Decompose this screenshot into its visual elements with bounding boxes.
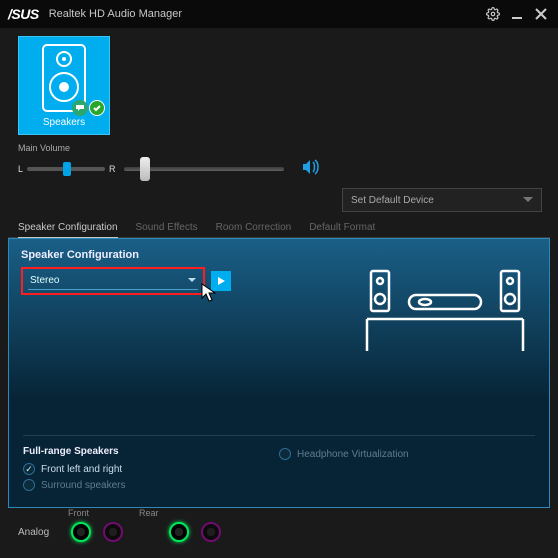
analog-label: Analog	[18, 527, 49, 538]
tab-default-format[interactable]: Default Format	[309, 218, 375, 237]
tab-speaker-configuration[interactable]: Speaker Configuration	[18, 218, 118, 238]
volume-icon[interactable]	[302, 159, 322, 178]
tabs: Speaker Configuration Sound Effects Room…	[8, 218, 550, 238]
settings-button[interactable]	[484, 5, 502, 23]
panel-title: Speaker Configuration	[21, 249, 537, 261]
stereo-setup-graphic	[365, 263, 525, 353]
checkbox-headphone-virtualization[interactable]: Headphone Virtualization	[279, 448, 535, 460]
titlebar: /SUS Realtek HD Audio Manager	[0, 0, 558, 28]
jack-front-pink[interactable]	[103, 522, 123, 542]
front-lr-label: Front left and right	[41, 464, 122, 475]
checkbox-front-lr[interactable]: Front left and right	[23, 463, 279, 475]
rear-label: Rear	[139, 508, 159, 518]
headphone-virt-label: Headphone Virtualization	[297, 449, 409, 460]
balance-slider[interactable]: L R	[18, 164, 116, 174]
default-check-icon	[89, 100, 105, 116]
device-label: Speakers	[43, 117, 85, 128]
device-area: Speakers	[0, 28, 558, 139]
play-icon	[216, 276, 226, 286]
check-icon	[279, 448, 291, 460]
surround-label: Surround speakers	[41, 480, 126, 491]
balance-right-label: R	[109, 164, 116, 174]
minimize-button[interactable]	[508, 5, 526, 23]
full-range-title: Full-range Speakers	[23, 446, 279, 457]
combo-value: Stereo	[30, 275, 59, 286]
tab-room-correction[interactable]: Room Correction	[216, 218, 292, 237]
chevron-down-icon	[188, 278, 196, 283]
balance-left-label: L	[18, 164, 23, 174]
close-button[interactable]	[532, 5, 550, 23]
set-default-device-dropdown[interactable]: Set Default Device	[342, 188, 542, 212]
jack-front-green[interactable]	[71, 522, 91, 542]
device-speakers-tile[interactable]: Speakers	[18, 36, 110, 135]
front-label: Front	[68, 508, 89, 518]
tab-sound-effects[interactable]: Sound Effects	[136, 218, 198, 237]
speaker-config-dropdown[interactable]: Stereo	[28, 272, 198, 290]
set-default-label: Set Default Device	[351, 195, 434, 206]
checkbox-surround: Surround speakers	[23, 479, 279, 491]
speaker-config-panel: Speaker Configuration Stereo Full-range …	[8, 238, 550, 508]
chevron-down-icon	[523, 197, 533, 203]
highlight-annotation: Stereo	[21, 267, 205, 295]
check-icon	[23, 479, 35, 491]
jack-section-labels: Front Rear	[68, 508, 540, 518]
check-icon	[23, 463, 35, 475]
chat-badge-icon	[72, 100, 88, 116]
asus-logo: /SUS	[8, 6, 39, 22]
volume-panel: Main Volume L R	[0, 139, 558, 178]
volume-slider[interactable]	[124, 167, 284, 171]
test-play-button[interactable]	[211, 271, 231, 291]
jack-rear-green[interactable]	[169, 522, 189, 542]
jack-rear-pink[interactable]	[201, 522, 221, 542]
window-title: Realtek HD Audio Manager	[49, 8, 478, 20]
main-volume-label: Main Volume	[18, 143, 540, 153]
